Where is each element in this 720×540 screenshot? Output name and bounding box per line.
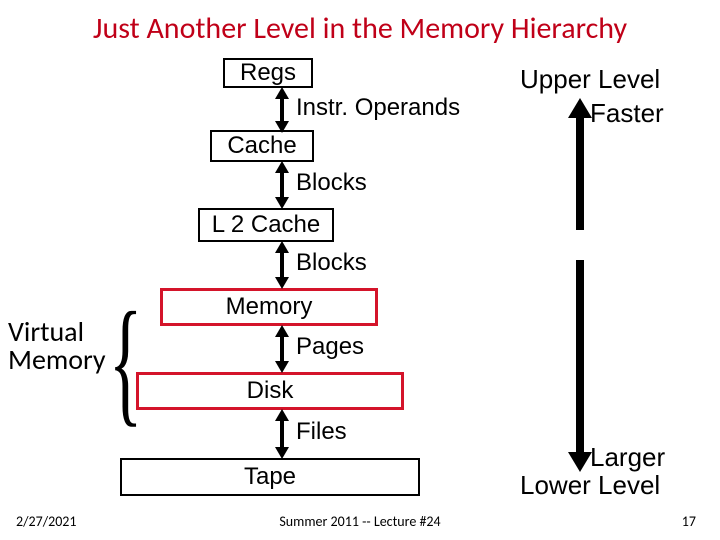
upper-level-label: Upper Level [520, 64, 660, 95]
arrow-mem-disk [280, 334, 284, 364]
level-memory: Memory [160, 288, 378, 326]
faster-arrow [576, 114, 584, 230]
level-cache: Cache [210, 130, 314, 162]
level-l2cache: L 2 Cache [198, 208, 334, 242]
level-disk: Disk [136, 372, 404, 410]
faster-label: Faster [590, 98, 664, 129]
arrow-disk-tape [280, 418, 284, 450]
slide-number: 17 [682, 513, 696, 530]
label-instr-operands: Instr. Operands [296, 94, 460, 122]
diagram-stage: Regs Cache L 2 Cache Memory Disk Tape In… [0, 50, 720, 540]
arrow-regs-cache [280, 96, 284, 124]
footer-date: 2/27/2021 [16, 513, 76, 530]
virtual-memory-label: Virtual Memory [8, 318, 106, 374]
slide-title: Just Another Level in the Memory Hierarc… [0, 0, 720, 51]
larger-arrow [576, 260, 584, 456]
footer-center: Summer 2011 -- Lecture #24 [279, 513, 440, 530]
arrow-l2-mem [280, 250, 284, 280]
label-blocks-2: Blocks [296, 249, 367, 277]
label-pages: Pages [296, 333, 364, 361]
level-tape: Tape [120, 458, 420, 496]
lower-level-label: Lower Level [520, 470, 660, 501]
arrow-cache-l2 [280, 170, 284, 200]
level-regs: Regs [223, 58, 313, 88]
larger-label: Larger [590, 442, 665, 473]
label-blocks-1: Blocks [296, 169, 367, 197]
brace-icon: { [109, 306, 143, 418]
label-files: Files [296, 418, 347, 446]
